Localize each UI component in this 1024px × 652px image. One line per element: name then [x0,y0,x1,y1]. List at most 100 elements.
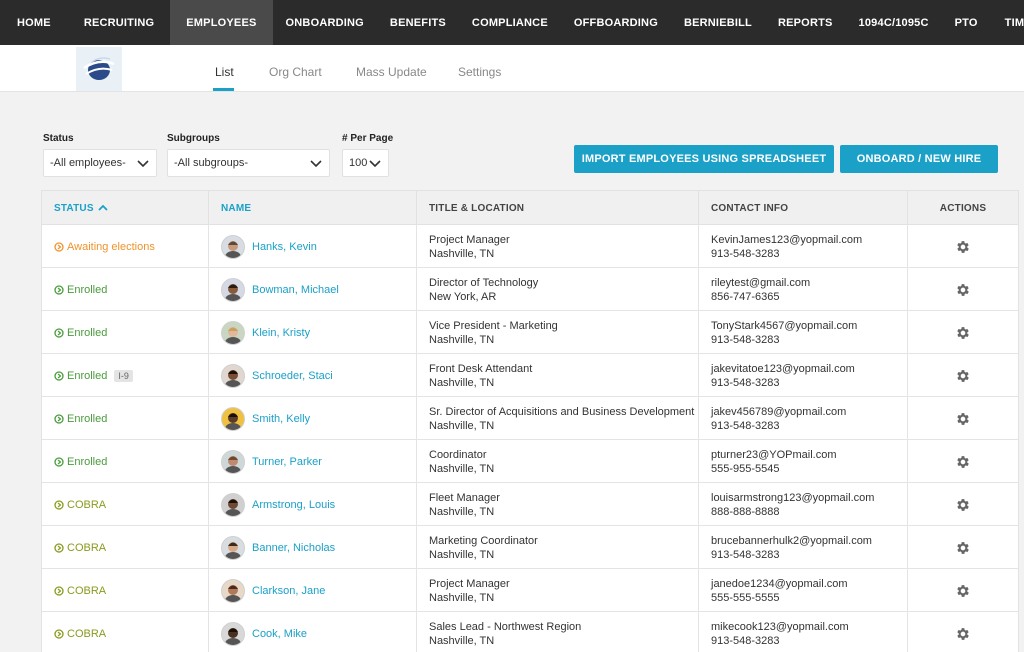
subgroups-select[interactable]: -All subgroups- [167,149,330,177]
avatar-person-icon [225,541,241,559]
actions-header-label: ACTIONS [939,202,987,214]
nav-item-offboarding[interactable]: OFFBOARDING [561,0,671,45]
name-cell: Turner, Parker [209,440,417,483]
tab-org-chart[interactable]: Org Chart [269,65,322,79]
job-title: Coordinator [429,448,487,461]
job-title: Project Manager [429,577,510,590]
status-label-wrap: COBRA [54,585,106,597]
employee-name-link[interactable]: Turner, Parker [252,456,322,468]
name-cell: Smith, Kelly [209,397,417,440]
gear-icon[interactable] [955,282,971,298]
contact-cell: rileytest@gmail.com 856-747-6365 [699,268,908,311]
nav-item-benefits[interactable]: BENEFITS [377,0,459,45]
job-title: Director of Technology [429,276,539,289]
gear-icon[interactable] [955,497,971,513]
status-text: Awaiting elections [67,240,155,253]
nav-item-compliance[interactable]: COMPLIANCE [459,0,561,45]
phone: 913-548-3283 [711,548,780,561]
gear-icon[interactable] [955,239,971,255]
gear-icon[interactable] [955,583,971,599]
gear-icon[interactable] [955,368,971,384]
employee-name-link[interactable]: Armstrong, Louis [252,499,335,511]
avatar[interactable] [221,277,245,302]
nav-item-time[interactable]: TIME [991,0,1024,45]
avatar[interactable] [221,320,245,345]
employee-name-link[interactable]: Smith, Kelly [252,413,310,425]
email: mikecook123@yopmail.com [711,620,849,633]
title-location-cell: Coordinator Nashville, TN [417,440,699,483]
nav-item-recruiting[interactable]: RECRUITING [68,0,170,45]
actions-cell [908,612,1018,652]
employee-name-link[interactable]: Klein, Kristy [252,327,310,339]
status-select-value: -All employees- [50,157,126,169]
actions-cell [908,526,1018,569]
employee-name-link[interactable]: Cook, Mike [252,628,307,640]
table-row: Awaiting elections Hanks, Kevin Project … [42,225,1018,268]
avatar[interactable] [221,406,245,431]
nav-item-employees[interactable]: EMPLOYEES [170,0,273,45]
status-cell: COBRA [42,612,209,652]
status-circle-icon [54,499,64,510]
phone: 856-747-6365 [711,290,780,303]
location: New York, AR [429,290,497,303]
phone: 888-888-8888 [711,505,780,518]
onboard-new-hire-button[interactable]: ONBOARD / NEW HIRE [840,145,998,173]
avatar[interactable] [221,234,245,259]
phone: 913-548-3283 [711,247,780,260]
nav-item-reports[interactable]: REPORTS [765,0,846,45]
avatar[interactable] [221,449,245,474]
status-cell: Awaiting elections [42,225,209,268]
location: Nashville, TN [429,333,495,346]
import-spreadsheet-button[interactable]: IMPORT EMPLOYEES USING SPREADSHEET [574,145,834,173]
tab-mass-update[interactable]: Mass Update [356,65,427,79]
name-column-header[interactable]: NAME [209,191,417,225]
tab-settings[interactable]: Settings [458,65,501,79]
tab-list[interactable]: List [215,65,234,79]
actions-cell [908,354,1018,397]
employee-name-link[interactable]: Schroeder, Staci [252,370,333,382]
avatar[interactable] [221,363,245,388]
name-cell: Armstrong, Louis [209,483,417,526]
gear-icon[interactable] [955,540,971,556]
nav-item-home[interactable]: HOME [0,0,68,45]
employee-name-link[interactable]: Bowman, Michael [252,284,339,296]
avatar[interactable] [221,578,245,603]
gear-icon[interactable] [955,325,971,341]
status-select[interactable]: -All employees- [43,149,157,177]
nav-item-pto[interactable]: PTO [942,0,991,45]
nav-item-1094c-1095c[interactable]: 1094C/1095C [846,0,942,45]
status-cell: COBRA [42,569,209,612]
nav-item-onboarding[interactable]: ONBOARDING [273,0,377,45]
status-label-wrap: COBRA [54,499,106,511]
company-logo[interactable] [76,47,122,91]
employee-name-link[interactable]: Clarkson, Jane [252,585,325,597]
gear-icon[interactable] [955,626,971,642]
avatar[interactable] [221,535,245,560]
contact-cell: TonyStark4567@yopmail.com 913-548-3283 [699,311,908,354]
subgroups-select-value: -All subgroups- [174,157,248,169]
status-label-wrap: Enrolled [54,370,107,382]
email: jakev456789@yopmail.com [711,405,847,418]
gear-icon[interactable] [955,454,971,470]
status-text: COBRA [67,627,107,640]
location: Nashville, TN [429,419,495,432]
employee-name-link[interactable]: Banner, Nicholas [252,542,335,554]
name-cell: Bowman, Michael [209,268,417,311]
gear-icon[interactable] [955,411,971,427]
name-cell: Banner, Nicholas [209,526,417,569]
location: Nashville, TN [429,505,495,518]
avatar[interactable] [221,621,245,646]
employee-name-link[interactable]: Hanks, Kevin [252,241,317,253]
status-circle-icon [54,628,64,639]
nav-item-berniebill[interactable]: BERNIEBILL [671,0,765,45]
per-page-select[interactable]: 100 [342,149,389,177]
avatar[interactable] [221,492,245,517]
contact-column-header: CONTACT INFO [699,191,908,225]
name-cell: Clarkson, Jane [209,569,417,612]
actions-cell [908,440,1018,483]
status-column-header[interactable]: STATUS [42,191,209,225]
table-row: Enrolled Smith, Kelly Sr. Director of Ac… [42,397,1018,440]
actions-cell [908,397,1018,440]
email: TonyStark4567@yopmail.com [711,319,858,332]
job-title: Fleet Manager [429,491,500,504]
